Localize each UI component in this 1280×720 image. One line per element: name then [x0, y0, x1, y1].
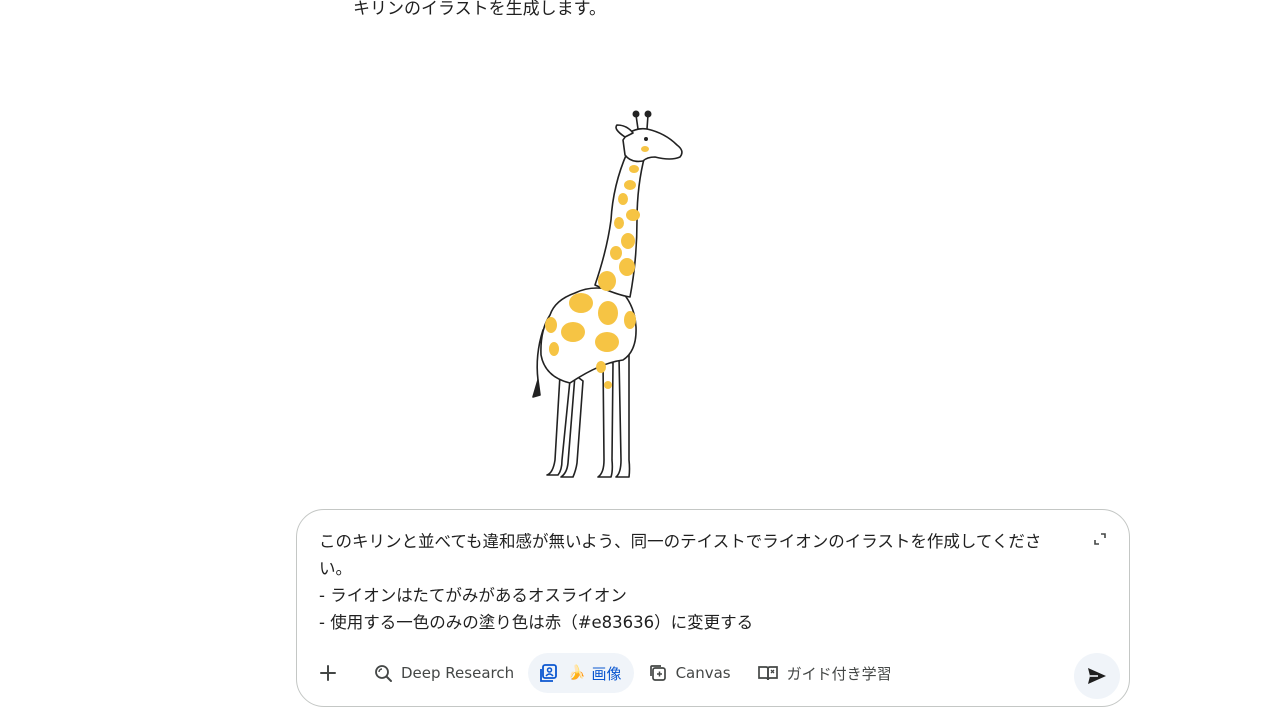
- prompt-line: い。: [319, 559, 352, 578]
- prompt-line: - 使用する一色のみの塗り色は赤（#e83636）に変更する: [319, 613, 754, 632]
- send-icon: [1088, 668, 1106, 684]
- prompt-line: - ライオンはたてがみがあるオスライオン: [319, 586, 627, 605]
- prompt-line: このキリンと並べても違和感が無いよう、同一のテイストでライオンのイラストを作成し…: [319, 532, 1042, 551]
- canvas-button[interactable]: Canvas: [636, 653, 743, 693]
- guided-learning-button[interactable]: ガイド付き学習: [745, 653, 904, 693]
- response-text: キリンのイラストを生成します。: [353, 0, 606, 19]
- canvas-icon: [649, 665, 666, 681]
- deep-research-label: Deep Research: [401, 664, 515, 682]
- image-tool-button[interactable]: 🍌 画像: [528, 653, 634, 693]
- input-toolbar: Deep Research 🍌 画像 Canvas ガイド付き学習: [311, 653, 906, 693]
- add-button[interactable]: [311, 656, 345, 690]
- generated-image[interactable]: [355, 45, 855, 485]
- chat-page: キリンのイラストを生成します。 このキリンと並べても違和感が無いよう、同一のテイ…: [0, 0, 1280, 720]
- guided-learning-icon: [757, 666, 778, 681]
- deep-research-button[interactable]: Deep Research: [361, 653, 526, 693]
- prompt-input-box[interactable]: このキリンと並べても違和感が無いよう、同一のテイストでライオンのイラストを作成し…: [296, 509, 1130, 707]
- plus-icon: [320, 665, 336, 681]
- image-tool-icon: [540, 664, 558, 682]
- image-tool-label: 画像: [591, 664, 622, 683]
- send-button[interactable]: [1074, 653, 1120, 699]
- giraffe-illustration: [532, 110, 683, 478]
- canvas-label: Canvas: [675, 664, 731, 682]
- guided-learning-label: ガイド付き学習: [786, 664, 892, 683]
- prompt-input[interactable]: このキリンと並べても違和感が無いよう、同一のテイストでライオンのイラストを作成し…: [319, 528, 1089, 636]
- expand-icon[interactable]: [1093, 532, 1107, 546]
- deep-research-icon: [375, 665, 392, 682]
- banana-icon: 🍌: [568, 665, 586, 681]
